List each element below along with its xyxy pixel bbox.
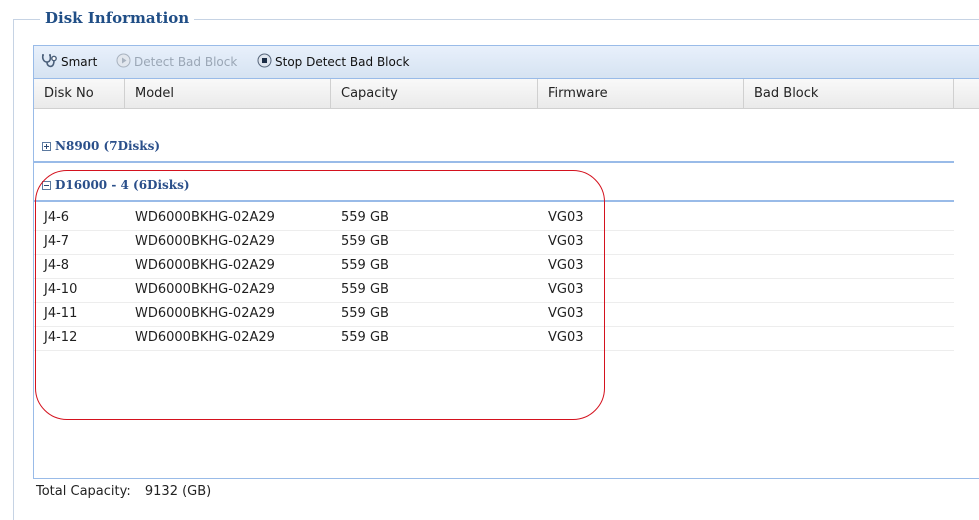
cell-firmware: VG03 <box>548 282 584 297</box>
disk-grid-panel: Smart Detect Bad Block Stop Detect Bad B… <box>33 45 979 479</box>
cell-firmware: VG03 <box>548 306 584 321</box>
cell-capacity: 559 GB <box>341 234 389 249</box>
plus-box-icon[interactable] <box>42 142 51 151</box>
total-capacity: Total Capacity: 9132 (GB) <box>36 484 211 499</box>
cell-capacity: 559 GB <box>341 282 389 297</box>
cell-bad-block <box>744 206 754 230</box>
fieldset-legend: Disk Information <box>40 9 195 27</box>
stop-detect-bad-block-label: Stop Detect Bad Block <box>275 55 410 69</box>
cell-disk-no: J4-6 <box>44 210 70 225</box>
table-row[interactable]: J4-10 WD6000BKHG-02A29 559 GB VG03 <box>34 278 954 303</box>
cell-bad-block <box>744 278 754 302</box>
cell-model: WD6000BKHG-02A29 <box>135 258 275 273</box>
smart-label: Smart <box>61 55 98 69</box>
cell-firmware: VG03 <box>548 258 584 273</box>
cell-disk-no: J4-10 <box>44 282 78 297</box>
stop-detect-bad-block-button[interactable]: Stop Detect Bad Block <box>257 46 409 78</box>
column-header-disk-no[interactable]: Disk No <box>34 79 125 108</box>
total-capacity-value: 9132 (GB) <box>144 484 212 499</box>
cell-capacity: 559 GB <box>341 306 389 321</box>
table-row[interactable]: J4-7 WD6000BKHG-02A29 559 GB VG03 <box>34 230 954 255</box>
cell-capacity: 559 GB <box>341 330 389 345</box>
cell-model: WD6000BKHG-02A29 <box>135 210 275 225</box>
cell-capacity: 559 GB <box>341 210 389 225</box>
cell-bad-block <box>744 230 754 254</box>
smart-button[interactable]: Smart <box>40 46 97 78</box>
table-row[interactable]: J4-6 WD6000BKHG-02A29 559 GB VG03 <box>34 206 954 231</box>
table-row[interactable]: J4-11 WD6000BKHG-02A29 559 GB VG03 <box>34 302 954 327</box>
group-label: D16000 - 4 (6Disks) <box>55 178 190 192</box>
cell-capacity: 559 GB <box>341 258 389 273</box>
column-header-capacity[interactable]: Capacity <box>331 79 538 108</box>
cell-model: WD6000BKHG-02A29 <box>135 234 275 249</box>
cell-bad-block <box>744 302 754 326</box>
table-row[interactable]: J4-12 WD6000BKHG-02A29 559 GB VG03 <box>34 326 954 351</box>
cell-disk-no: J4-12 <box>44 330 78 345</box>
group-row-n8900[interactable]: N8900 (7Disks) <box>34 135 954 163</box>
cell-firmware: VG03 <box>548 234 584 249</box>
minus-box-icon[interactable] <box>42 181 51 190</box>
cell-disk-no: J4-11 <box>44 306 78 321</box>
group-row-d16000[interactable]: D16000 - 4 (6Disks) <box>34 174 954 202</box>
detect-bad-block-button[interactable]: Detect Bad Block <box>116 46 237 78</box>
column-header-bad-block[interactable]: Bad Block <box>744 79 954 108</box>
cell-model: WD6000BKHG-02A29 <box>135 306 275 321</box>
cell-bad-block <box>744 326 754 350</box>
play-circle-icon <box>116 53 131 71</box>
total-capacity-label: Total Capacity: <box>36 484 131 499</box>
table-row[interactable]: J4-8 WD6000BKHG-02A29 559 GB VG03 <box>34 254 954 279</box>
cell-firmware: VG03 <box>548 210 584 225</box>
stethoscope-icon <box>40 53 58 72</box>
group-label: N8900 (7Disks) <box>55 139 161 153</box>
column-header-firmware[interactable]: Firmware <box>538 79 744 108</box>
column-header-row: Disk No Model Capacity Firmware Bad Bloc… <box>34 79 979 109</box>
cell-bad-block <box>744 254 754 278</box>
cell-model: WD6000BKHG-02A29 <box>135 330 275 345</box>
cell-disk-no: J4-8 <box>44 258 70 273</box>
cell-disk-no: J4-7 <box>44 234 70 249</box>
cell-model: WD6000BKHG-02A29 <box>135 282 275 297</box>
detect-bad-block-label: Detect Bad Block <box>134 55 238 69</box>
stop-circle-icon <box>257 53 272 71</box>
cell-firmware: VG03 <box>548 330 584 345</box>
toolbar: Smart Detect Bad Block Stop Detect Bad B… <box>34 46 979 79</box>
column-header-model[interactable]: Model <box>125 79 331 108</box>
